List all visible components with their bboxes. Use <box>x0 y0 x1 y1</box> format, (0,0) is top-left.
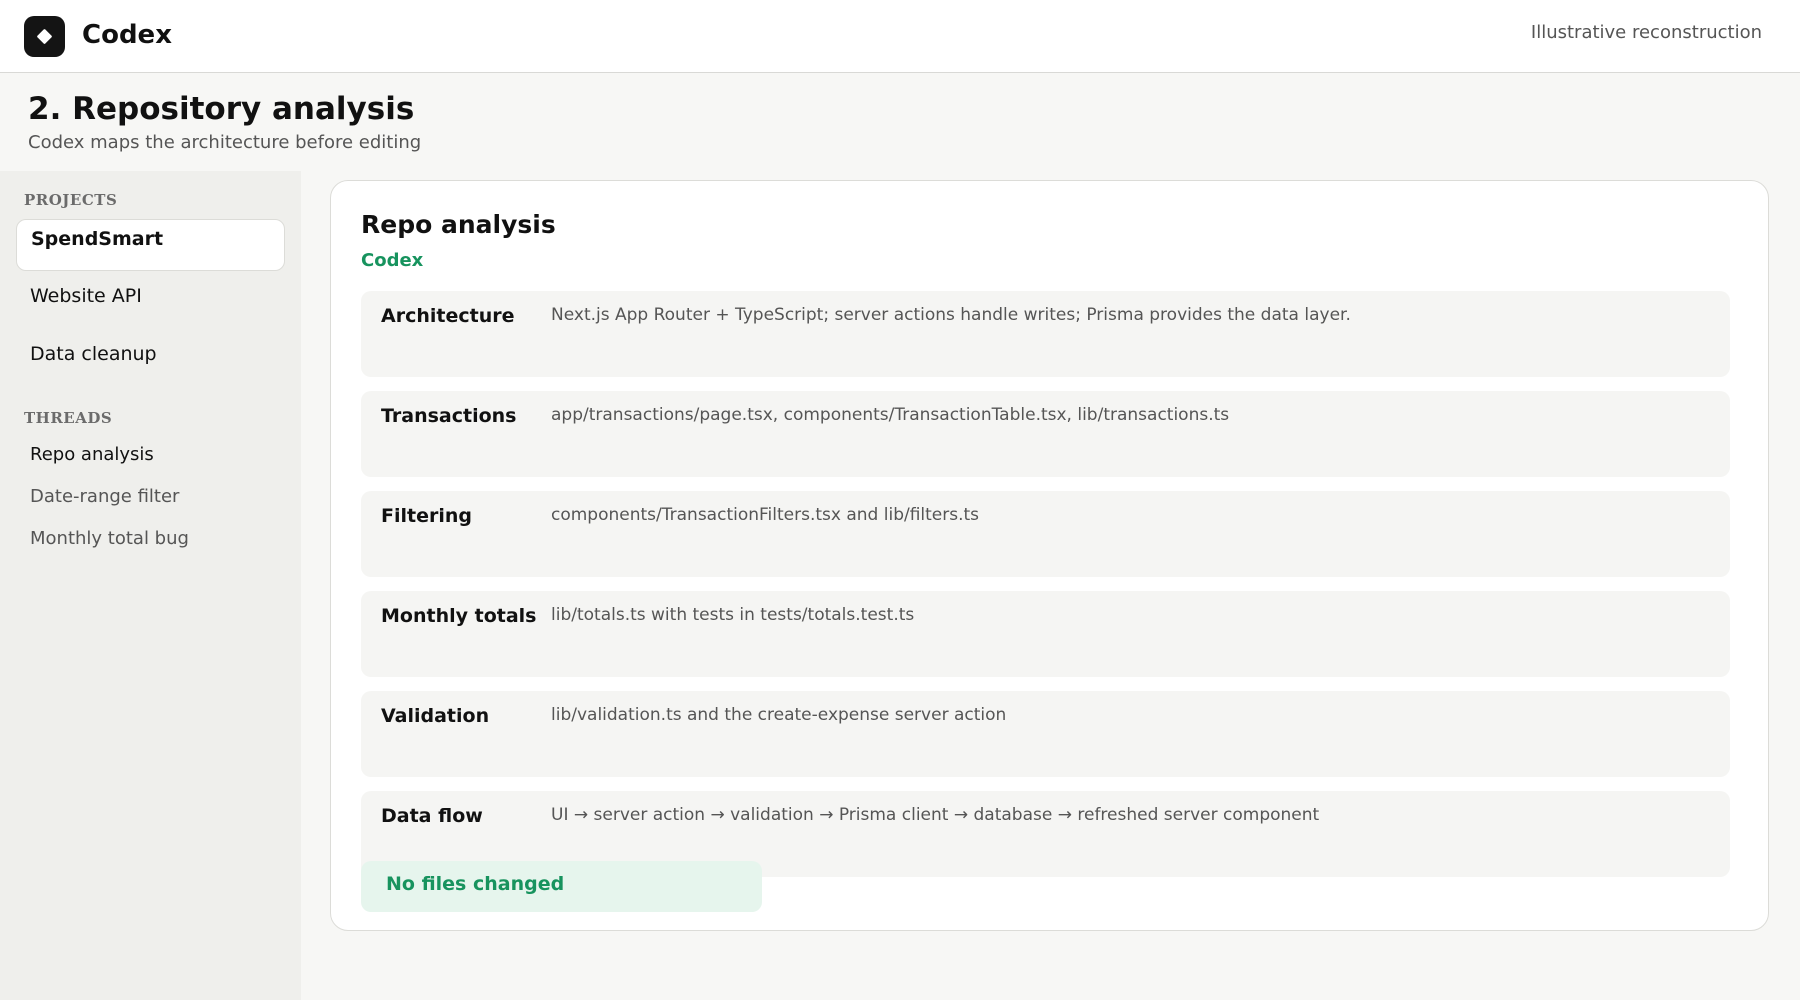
row-key: Monthly totals <box>381 605 537 627</box>
analysis-row-architecture: Architecture Next.js App Router + TypeSc… <box>361 291 1730 377</box>
repo-analysis-card: Repo analysis Codex Architecture Next.js… <box>330 180 1769 931</box>
sidebar-thread-date-range-filter[interactable]: Date-range filter <box>30 486 179 507</box>
app-logo[interactable] <box>24 16 65 57</box>
sidebar-project-website-api[interactable]: Website API <box>16 277 285 329</box>
reconstruction-note: Illustrative reconstruction <box>1530 22 1762 43</box>
row-key: Filtering <box>381 505 472 527</box>
row-key: Transactions <box>381 405 517 427</box>
row-key: Architecture <box>381 305 515 327</box>
page-subtitle: Codex maps the architecture before editi… <box>28 132 422 153</box>
analysis-row-transactions: Transactions app/transactions/page.tsx, … <box>361 391 1730 477</box>
projects-section-label: PROJECTS <box>24 191 118 209</box>
diamond-logo-icon <box>36 28 53 45</box>
analysis-row-validation: Validation lib/validation.ts and the cre… <box>361 691 1730 777</box>
card-title: Repo analysis <box>361 210 556 239</box>
row-value: UI → server action → validation → Prisma… <box>551 805 1320 825</box>
threads-section-label: THREADS <box>24 409 113 427</box>
sidebar-thread-repo-analysis[interactable]: Repo analysis <box>30 444 154 465</box>
analysis-row-filtering: Filtering components/TransactionFilters.… <box>361 491 1730 577</box>
page-title: 2. Repository analysis <box>28 91 415 127</box>
row-key: Validation <box>381 705 490 727</box>
sidebar-project-data-cleanup[interactable]: Data cleanup <box>16 335 285 387</box>
row-value: lib/totals.ts with tests in tests/totals… <box>551 605 915 625</box>
row-value: app/transactions/page.tsx, components/Tr… <box>551 405 1230 425</box>
row-value: lib/validation.ts and the create-expense… <box>551 705 1007 725</box>
top-bar: Codex Illustrative reconstruction <box>0 0 1800 73</box>
card-author: Codex <box>361 250 424 271</box>
row-key: Data flow <box>381 805 483 827</box>
status-badge: No files changed <box>361 861 762 912</box>
row-value: components/TransactionFilters.tsx and li… <box>551 505 980 525</box>
sidebar-project-spendsmart[interactable]: SpendSmart <box>16 219 285 271</box>
sidebar: PROJECTS SpendSmart Website API Data cle… <box>0 171 301 1000</box>
sidebar-thread-monthly-total-bug[interactable]: Monthly total bug <box>30 528 189 549</box>
row-value: Next.js App Router + TypeScript; server … <box>551 305 1351 325</box>
analysis-row-monthly-totals: Monthly totals lib/totals.ts with tests … <box>361 591 1730 677</box>
app-title: Codex <box>82 20 172 50</box>
